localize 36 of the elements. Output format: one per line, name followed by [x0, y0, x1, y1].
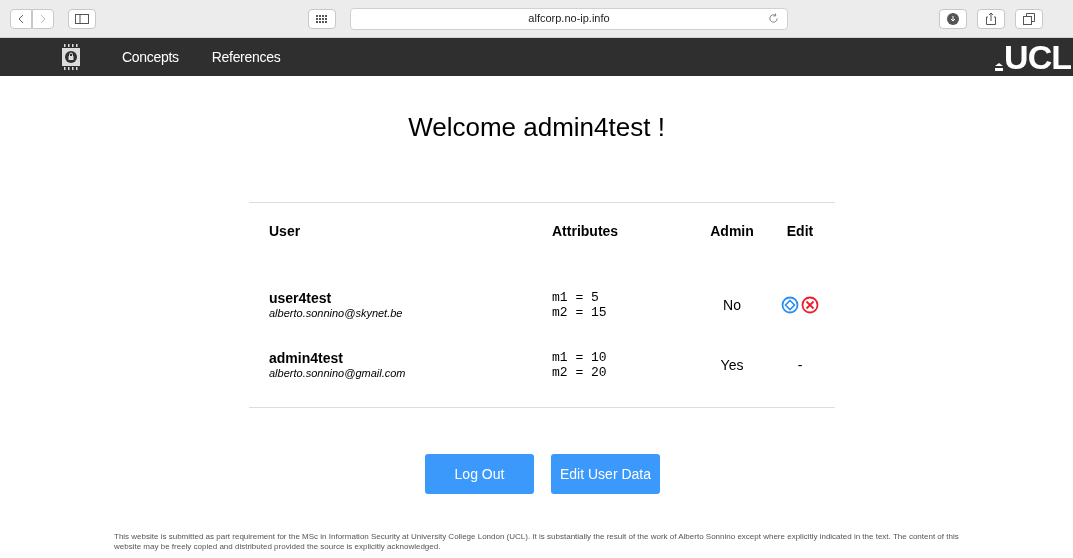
nav-link[interactable]: Concepts: [122, 46, 179, 68]
share-icon: [985, 12, 997, 25]
reload-icon[interactable]: [768, 13, 779, 24]
column-header: User: [268, 221, 302, 241]
grid-button[interactable]: [308, 8, 336, 29]
address-field[interactable]: alfcorp.no-ip.info: [350, 7, 788, 30]
attribute-value: m1 = 10: [552, 350, 608, 365]
logo-text: UCL: [1004, 42, 1071, 72]
admin-value: No: [723, 295, 741, 315]
column-header: Attributes: [552, 221, 620, 241]
user-name: user4test: [269, 290, 333, 306]
download-button[interactable]: [939, 8, 967, 29]
sidebar-icon: [75, 13, 89, 24]
chevron-left-icon: [17, 13, 25, 24]
admin-value: Yes: [720, 355, 744, 375]
footer-text: This website is submitted as part requirement for the MSc in Information Security at University College London (UCL). It is substantially the result of the work of Alberto Sonnino except where explicitly indicated in the text. The content of this website may be freely copied and distributed provided the source is explicitly acknowledged.: [114, 532, 960, 552]
attribute-value: m2 = 15: [552, 305, 608, 320]
tabs-button[interactable]: [1015, 8, 1043, 29]
tabs-icon: [1023, 12, 1035, 25]
attribute-value: m1 = 5: [552, 290, 600, 305]
grid-icon: [316, 14, 328, 23]
column-header: Edit: [785, 221, 815, 241]
delete-icon[interactable]: [801, 296, 819, 314]
edit-icon[interactable]: [781, 296, 799, 314]
user-email: alberto.sonnino@skynet.be: [269, 306, 404, 320]
download-icon: [947, 12, 959, 25]
nav-link[interactable]: References: [211, 46, 281, 68]
sidebar-button[interactable]: [68, 8, 96, 29]
share-button[interactable]: [977, 8, 1005, 29]
chevron-right-icon: [39, 13, 47, 24]
edit-value: -: [797, 355, 803, 375]
user-email: alberto.sonnino@gmail.com: [269, 366, 407, 380]
attribute-value: m2 = 20: [552, 365, 608, 380]
user-name: admin4test: [269, 350, 344, 366]
welcome-heading: Welcome admin4test !: [407, 112, 666, 142]
column-header: Admin: [709, 221, 755, 241]
